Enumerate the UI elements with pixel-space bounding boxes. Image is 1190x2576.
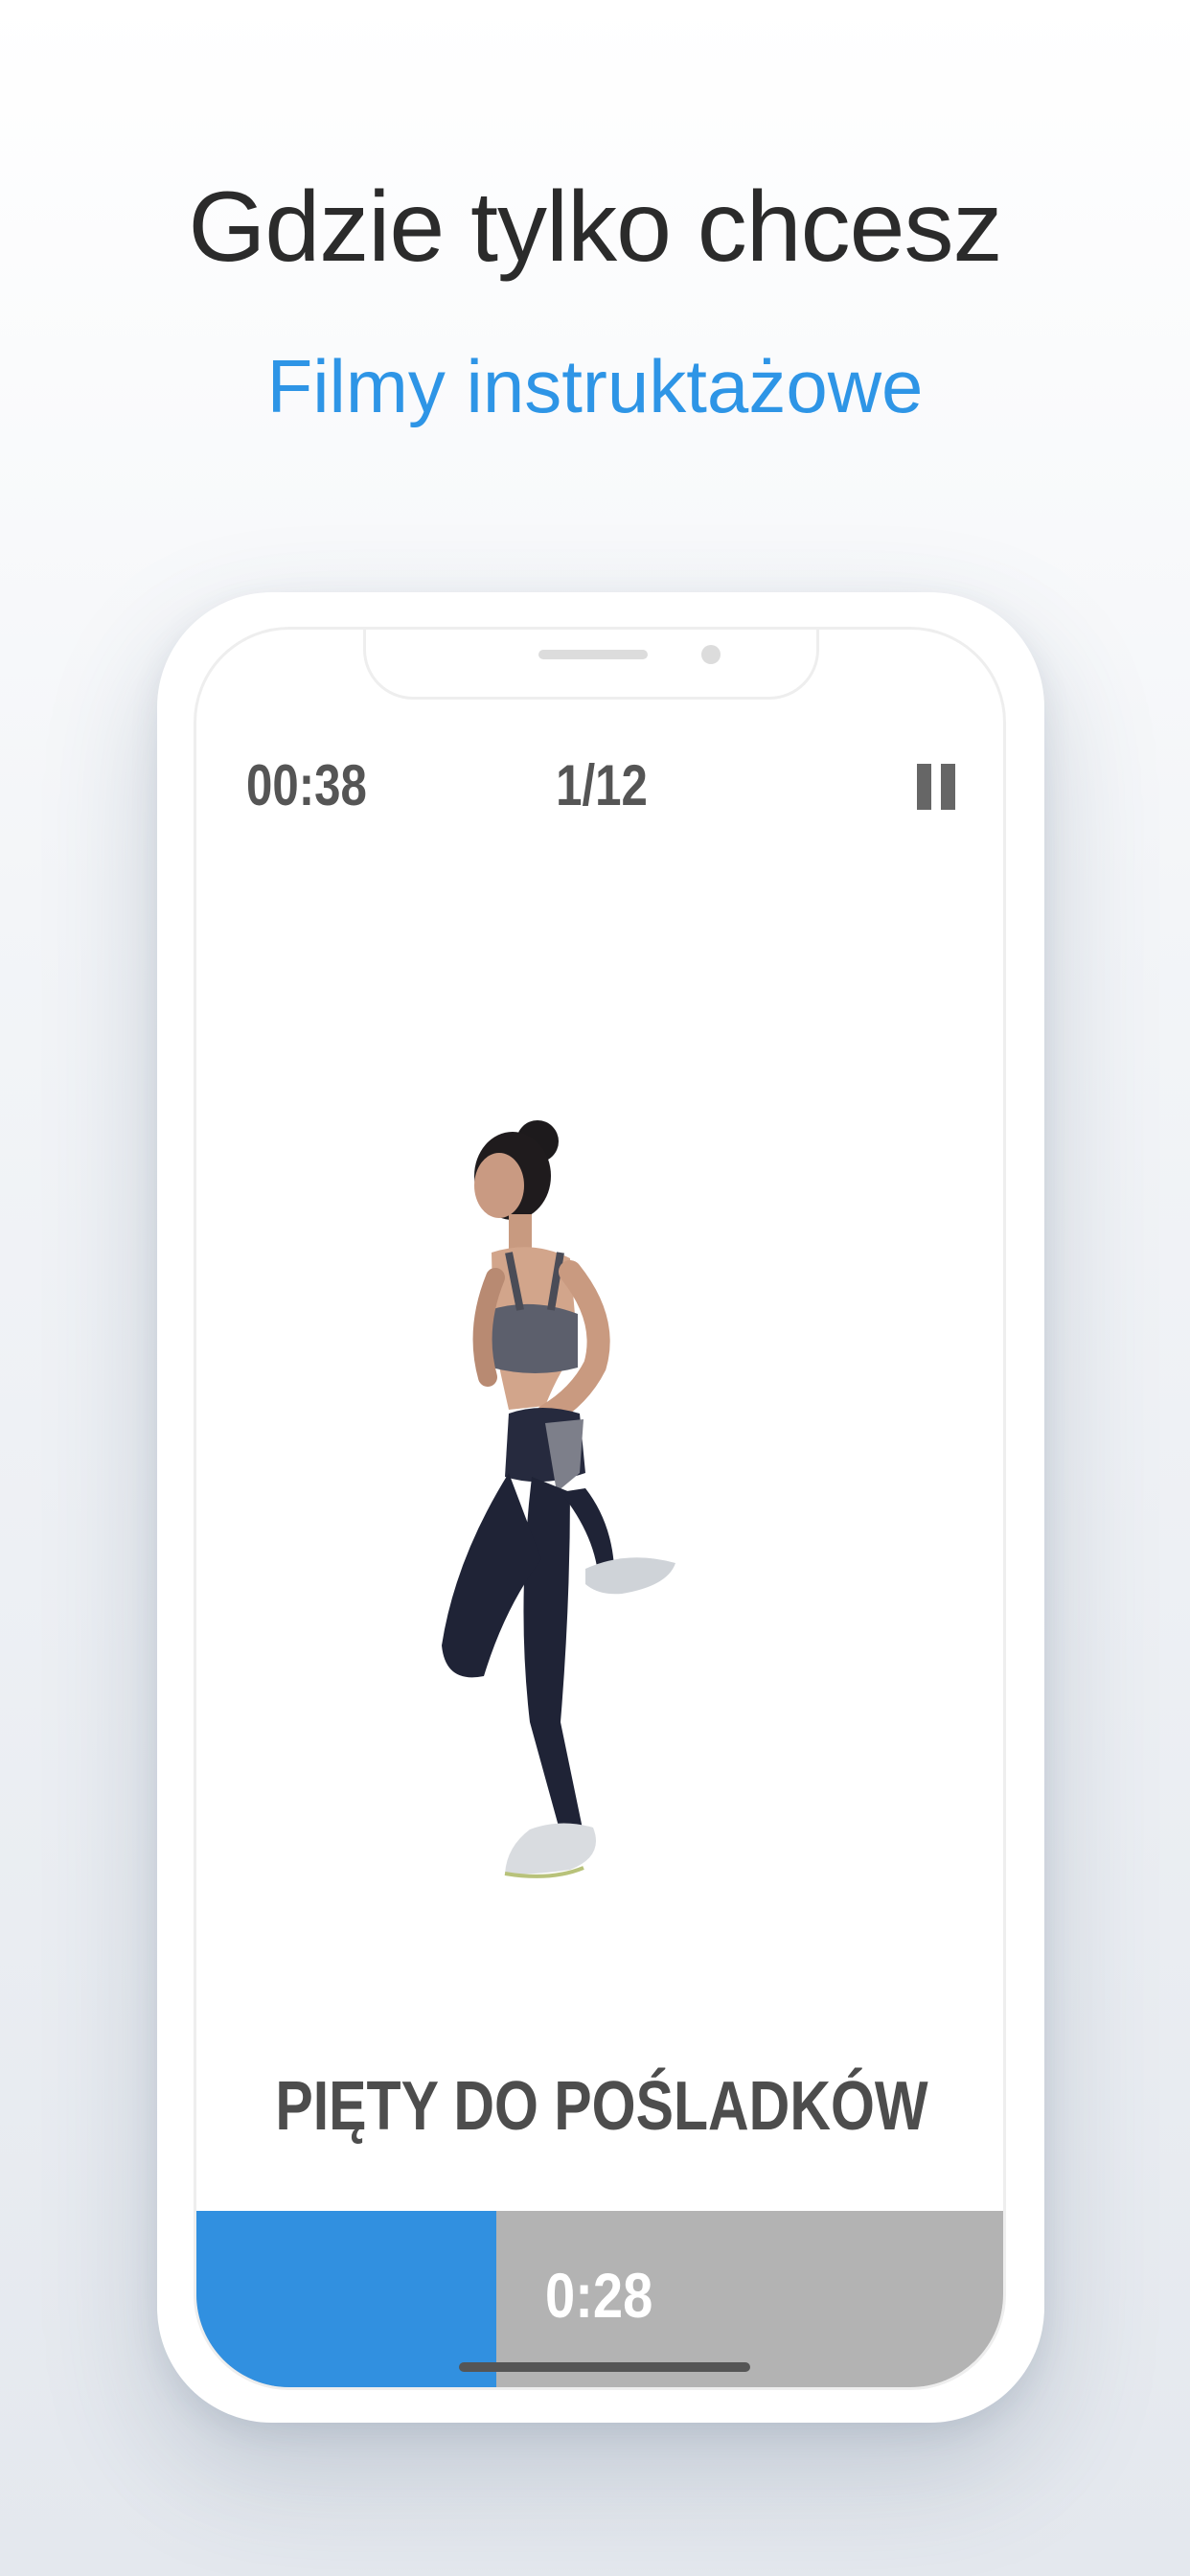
exercise-figure-image — [442, 1120, 675, 1878]
progress-fill — [196, 2211, 496, 2387]
exercise-name: PIĘTY DO POŚLADKÓW — [275, 2068, 928, 2145]
page-subtitle: Filmy instruktażowe — [266, 344, 924, 428]
phone-notch — [363, 630, 819, 700]
speaker-grille — [538, 650, 648, 659]
front-camera — [701, 645, 721, 664]
exercise-video[interactable] — [417, 1109, 762, 1952]
home-indicator[interactable] — [459, 2362, 750, 2372]
remaining-time: 0:28 — [545, 2260, 653, 2331]
phone-frame: 00:38 1/12 PIĘTY DO POŚLADKÓW 0:28 — [157, 592, 1044, 2423]
page-title: Gdzie tylko chcesz — [188, 172, 1003, 283]
exercise-counter: 1/12 — [556, 753, 648, 817]
phone-screen: 00:38 1/12 PIĘTY DO POŚLADKÓW 0:28 — [194, 627, 1006, 2390]
pause-button[interactable] — [913, 760, 959, 814]
